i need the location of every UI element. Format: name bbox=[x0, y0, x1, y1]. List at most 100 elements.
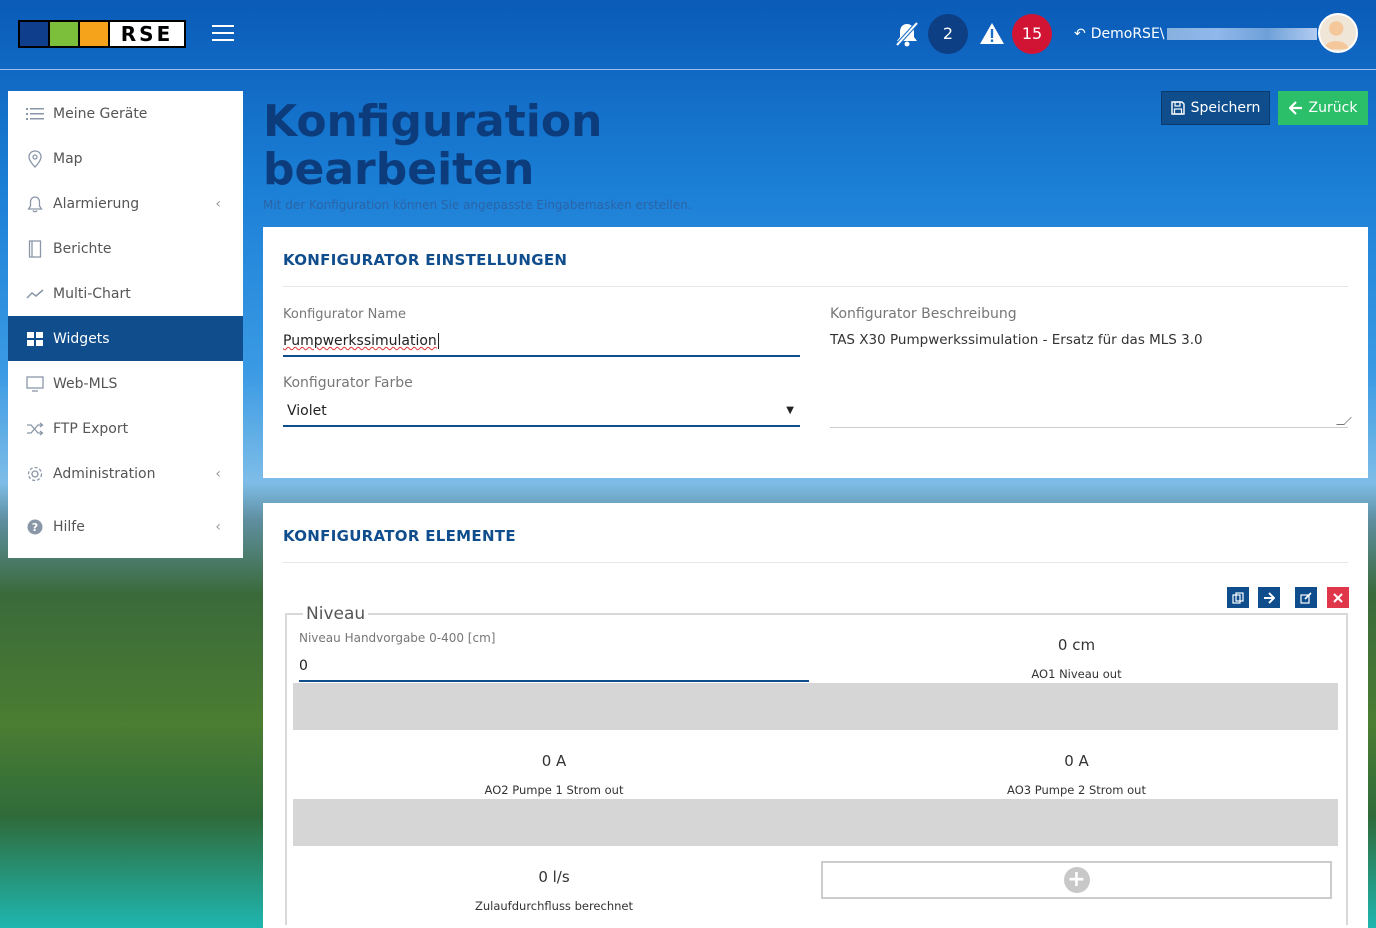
gear-icon bbox=[26, 465, 44, 483]
sidebar-item-web-mls[interactable]: Web-MLS bbox=[8, 361, 243, 406]
divider bbox=[283, 562, 1348, 563]
page-title-line2: bearbeiten bbox=[263, 144, 535, 195]
chevron-left-icon: ‹ bbox=[215, 518, 221, 535]
name-value: Pumpwerkssimulation bbox=[283, 333, 437, 349]
description-label: Konfigurator Beschreibung bbox=[830, 306, 1017, 322]
add-element-button[interactable]: + bbox=[821, 861, 1332, 899]
sidebar-item-berichte[interactable]: Berichte bbox=[8, 226, 243, 271]
alert-badge[interactable]: 15 bbox=[1012, 14, 1052, 54]
chevron-left-icon: ‹ bbox=[215, 195, 221, 212]
plus-icon: + bbox=[1063, 867, 1090, 893]
ao1-label: AO1 Niveau out bbox=[1031, 667, 1122, 681]
name-field[interactable]: Pumpwerkssimulation​ bbox=[283, 333, 800, 357]
sidebar-item-alarmierung[interactable]: Alarmierung ‹ bbox=[8, 181, 243, 226]
settings-card: KONFIGURATOR EINSTELLUNGEN Konfigurator … bbox=[263, 227, 1368, 478]
logo-square-green bbox=[50, 22, 78, 46]
edit-button[interactable] bbox=[1295, 587, 1317, 608]
ao3-value: 0 A bbox=[1064, 752, 1089, 770]
sidebar-item-hilfe[interactable]: ? Hilfe ‹ bbox=[8, 504, 243, 549]
user-name: DemoRSE\ bbox=[1090, 26, 1165, 42]
back-button[interactable]: Zurück bbox=[1278, 91, 1368, 125]
map-pin-icon bbox=[26, 149, 44, 168]
niveau-group-title: Niveau bbox=[303, 604, 369, 624]
user-name-redacted bbox=[1166, 28, 1317, 40]
top-bar: RSE 2 15 ↶ DemoRSE\ bbox=[0, 0, 1376, 70]
copy-button[interactable] bbox=[1227, 587, 1249, 608]
notification-badge[interactable]: 2 bbox=[928, 14, 968, 54]
reply-icon: ↶ bbox=[1074, 26, 1086, 42]
divider bbox=[283, 286, 1348, 287]
niveau-input-value: 0 bbox=[299, 658, 308, 674]
caret-down-icon: ▼ bbox=[786, 405, 794, 416]
warning-icon[interactable] bbox=[978, 20, 1006, 48]
text-cursor: ​ bbox=[437, 333, 439, 349]
sidebar-item-label: Widgets bbox=[53, 330, 110, 347]
help-icon: ? bbox=[26, 518, 44, 536]
sidebar-item-widgets[interactable]: Widgets bbox=[8, 316, 243, 361]
elements-card-title: KONFIGURATOR ELEMENTE bbox=[283, 527, 516, 545]
sidebar: Meine Geräte Map Alarmierung ‹ Berichte … bbox=[8, 91, 243, 558]
delete-button[interactable] bbox=[1327, 587, 1349, 608]
edit-icon bbox=[1300, 591, 1312, 604]
save-label: Speichern bbox=[1190, 100, 1261, 116]
logo-square-orange bbox=[80, 22, 108, 46]
sidebar-item-label: Meine Geräte bbox=[53, 105, 148, 122]
sidebar-item-label: Alarmierung bbox=[53, 195, 140, 212]
list-icon bbox=[26, 105, 44, 123]
avatar[interactable] bbox=[1318, 13, 1358, 53]
flow-value: 0 l/s bbox=[538, 868, 570, 886]
monitor-icon bbox=[26, 375, 44, 393]
description-field[interactable]: TAS X30 Pumpwerkssimulation - Ersatz für… bbox=[830, 332, 1352, 428]
logo-square-blue bbox=[20, 22, 48, 46]
rse-logo[interactable]: RSE bbox=[18, 20, 186, 48]
element-row-divider bbox=[293, 683, 1338, 730]
element-row-divider bbox=[293, 799, 1338, 846]
grid-icon bbox=[26, 330, 44, 348]
floppy-icon bbox=[1170, 101, 1185, 115]
bell-muted-icon[interactable] bbox=[893, 20, 921, 48]
book-icon bbox=[26, 239, 44, 258]
ao2-value: 0 A bbox=[541, 752, 567, 770]
arrow-right-icon bbox=[1264, 591, 1275, 604]
niveau-input[interactable]: 0 bbox=[299, 658, 809, 682]
bell-icon bbox=[26, 195, 44, 213]
menu-toggle-icon[interactable] bbox=[212, 25, 234, 43]
name-label: Konfigurator Name bbox=[283, 307, 406, 322]
sidebar-item-meine-geraete[interactable]: Meine Geräte bbox=[8, 91, 243, 136]
niveau-input-label: Niveau Handvorgabe 0-400 [cm] bbox=[299, 631, 496, 645]
chevron-left-icon: ‹ bbox=[215, 465, 221, 482]
sidebar-item-ftp-export[interactable]: FTP Export bbox=[8, 406, 243, 451]
arrow-left-icon bbox=[1288, 101, 1302, 115]
page-subtitle: Mit der Konfiguration können Sie angepas… bbox=[263, 198, 692, 212]
page-title: Konfiguration bearbeiten bbox=[263, 98, 602, 194]
settings-card-title: KONFIGURATOR EINSTELLUNGEN bbox=[283, 251, 568, 269]
svg-text:?: ? bbox=[32, 521, 38, 534]
save-button[interactable]: Speichern bbox=[1161, 91, 1270, 125]
sidebar-item-label: Hilfe bbox=[53, 518, 85, 535]
sidebar-item-label: Map bbox=[53, 150, 83, 167]
description-value: TAS X30 Pumpwerkssimulation - Ersatz für… bbox=[830, 332, 1203, 348]
color-label: Konfigurator Farbe bbox=[283, 375, 413, 391]
flow-label: Zulaufdurchfluss berechnet bbox=[474, 899, 633, 913]
copy-icon bbox=[1232, 591, 1244, 604]
ao1-value: 0 cm bbox=[1057, 636, 1096, 654]
sidebar-item-administration[interactable]: Administration ‹ bbox=[8, 451, 243, 496]
sidebar-item-label: Multi-Chart bbox=[53, 285, 131, 302]
line-chart-icon bbox=[26, 285, 44, 303]
logo-text: RSE bbox=[110, 22, 184, 46]
color-select[interactable]: Violet ▼ bbox=[283, 403, 800, 427]
sidebar-item-label: FTP Export bbox=[53, 420, 129, 437]
shuffle-icon bbox=[26, 420, 44, 438]
sidebar-item-multi-chart[interactable]: Multi-Chart bbox=[8, 271, 243, 316]
resize-handle-icon[interactable] bbox=[1336, 417, 1352, 425]
sidebar-item-label: Administration bbox=[53, 465, 156, 482]
back-label: Zurück bbox=[1308, 100, 1358, 116]
ao3-label: AO3 Pumpe 2 Strom out bbox=[1007, 783, 1146, 797]
sidebar-item-label: Web-MLS bbox=[53, 375, 118, 392]
sidebar-item-label: Berichte bbox=[53, 240, 112, 257]
sidebar-item-map[interactable]: Map bbox=[8, 136, 243, 181]
user-menu[interactable]: ↶ DemoRSE\ bbox=[1074, 26, 1317, 42]
color-value: Violet bbox=[287, 403, 327, 419]
page-title-line1: Konfiguration bbox=[263, 96, 603, 147]
move-button[interactable] bbox=[1258, 587, 1280, 608]
